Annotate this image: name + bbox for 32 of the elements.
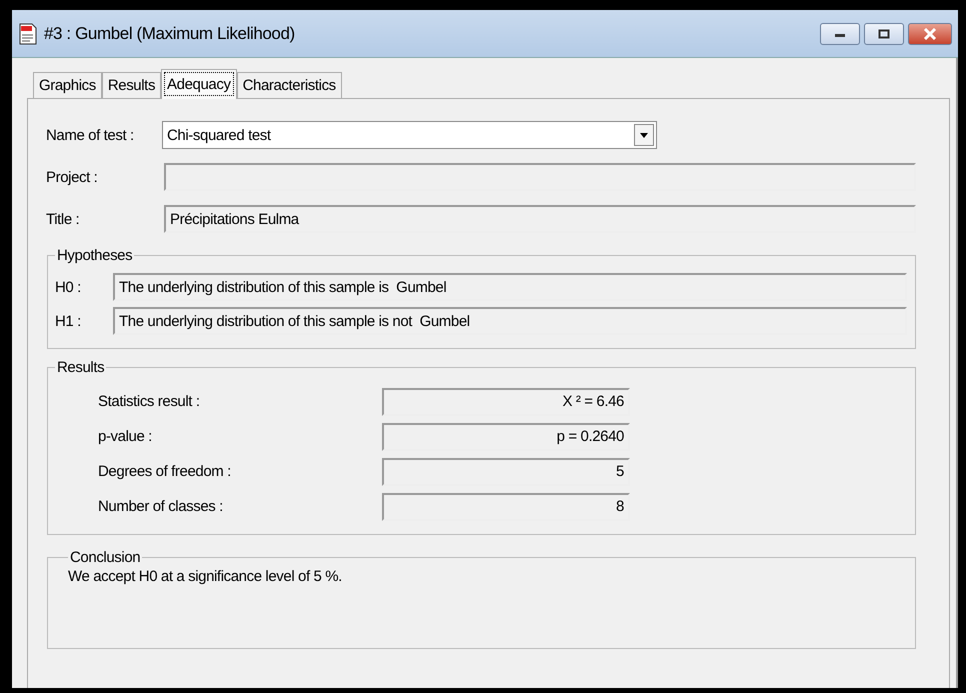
group-title: Hypotheses	[56, 247, 134, 264]
conclusion-text: We accept H0 at a significance level of 5 %.	[68, 568, 343, 585]
field-label: p-value :	[98, 428, 153, 445]
maximize-button[interactable]	[864, 22, 904, 44]
tab[interactable]: Adequacy	[161, 69, 237, 99]
minimize-button[interactable]	[820, 22, 860, 44]
tab[interactable]: Characteristics	[236, 72, 342, 98]
field-label: Name of test :	[46, 126, 135, 144]
maximize-icon	[878, 28, 890, 38]
field-label: H1 :	[55, 312, 82, 330]
tab[interactable]: Results	[102, 72, 162, 98]
text-field[interactable]: The underlying distribution of this sample is not Gumbel	[113, 307, 907, 335]
result-field[interactable]: 8	[382, 492, 630, 520]
text-field[interactable]: The underlying distribution of this sample is Gumbel	[113, 273, 907, 301]
result-field[interactable]: 5	[382, 458, 630, 486]
window-title: #3 : Gumbel (Maximum Likelihood)	[44, 24, 296, 44]
result-field[interactable]: p = 0.2640	[382, 422, 630, 450]
result-field[interactable]: X ² = 6.46	[382, 388, 630, 416]
field-label: Degrees of freedom :	[98, 463, 232, 480]
field-label: Title :	[46, 210, 80, 228]
field-label: Project :	[46, 168, 98, 186]
group-title: Results	[56, 359, 106, 376]
text-field[interactable]: Précipitations Eulma	[164, 205, 916, 233]
group-title: Conclusion	[69, 549, 142, 566]
close-icon	[923, 28, 937, 40]
field-label: Statistics result :	[98, 393, 201, 410]
close-button[interactable]	[908, 22, 952, 44]
test-dropdown[interactable]: Chi-squared test	[162, 121, 657, 149]
tab[interactable]: Graphics	[33, 72, 102, 98]
document-icon	[18, 22, 38, 44]
field-label: H0 :	[55, 278, 82, 296]
field-label: Number of classes :	[98, 498, 224, 515]
